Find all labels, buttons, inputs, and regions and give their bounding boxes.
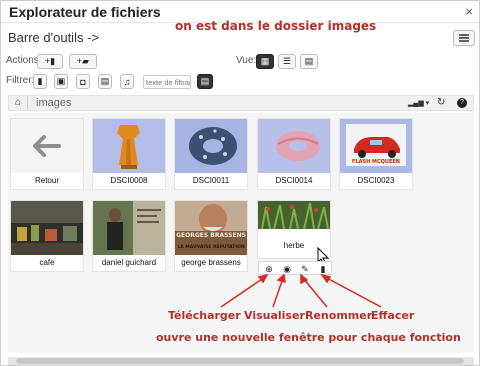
annotation-view-label: Visualiser bbox=[244, 309, 305, 322]
annotation-delete-label: Effacer bbox=[371, 309, 415, 322]
scrollbar-thumb[interactable] bbox=[16, 358, 464, 364]
file-explorer-window: Explorateur de fichiers × on est dans le… bbox=[0, 0, 480, 366]
annotation-rename-label: Renommer bbox=[305, 309, 373, 322]
annotation-action-labels: Télécharger Visualiser Renommer Effacer bbox=[1, 309, 480, 325]
annotation-download-label: Télécharger bbox=[168, 309, 241, 322]
annotation-new-window-note: ouvre une nouvelle fenêtre pour chaque f… bbox=[156, 331, 461, 344]
horizontal-scrollbar[interactable] bbox=[8, 357, 474, 365]
